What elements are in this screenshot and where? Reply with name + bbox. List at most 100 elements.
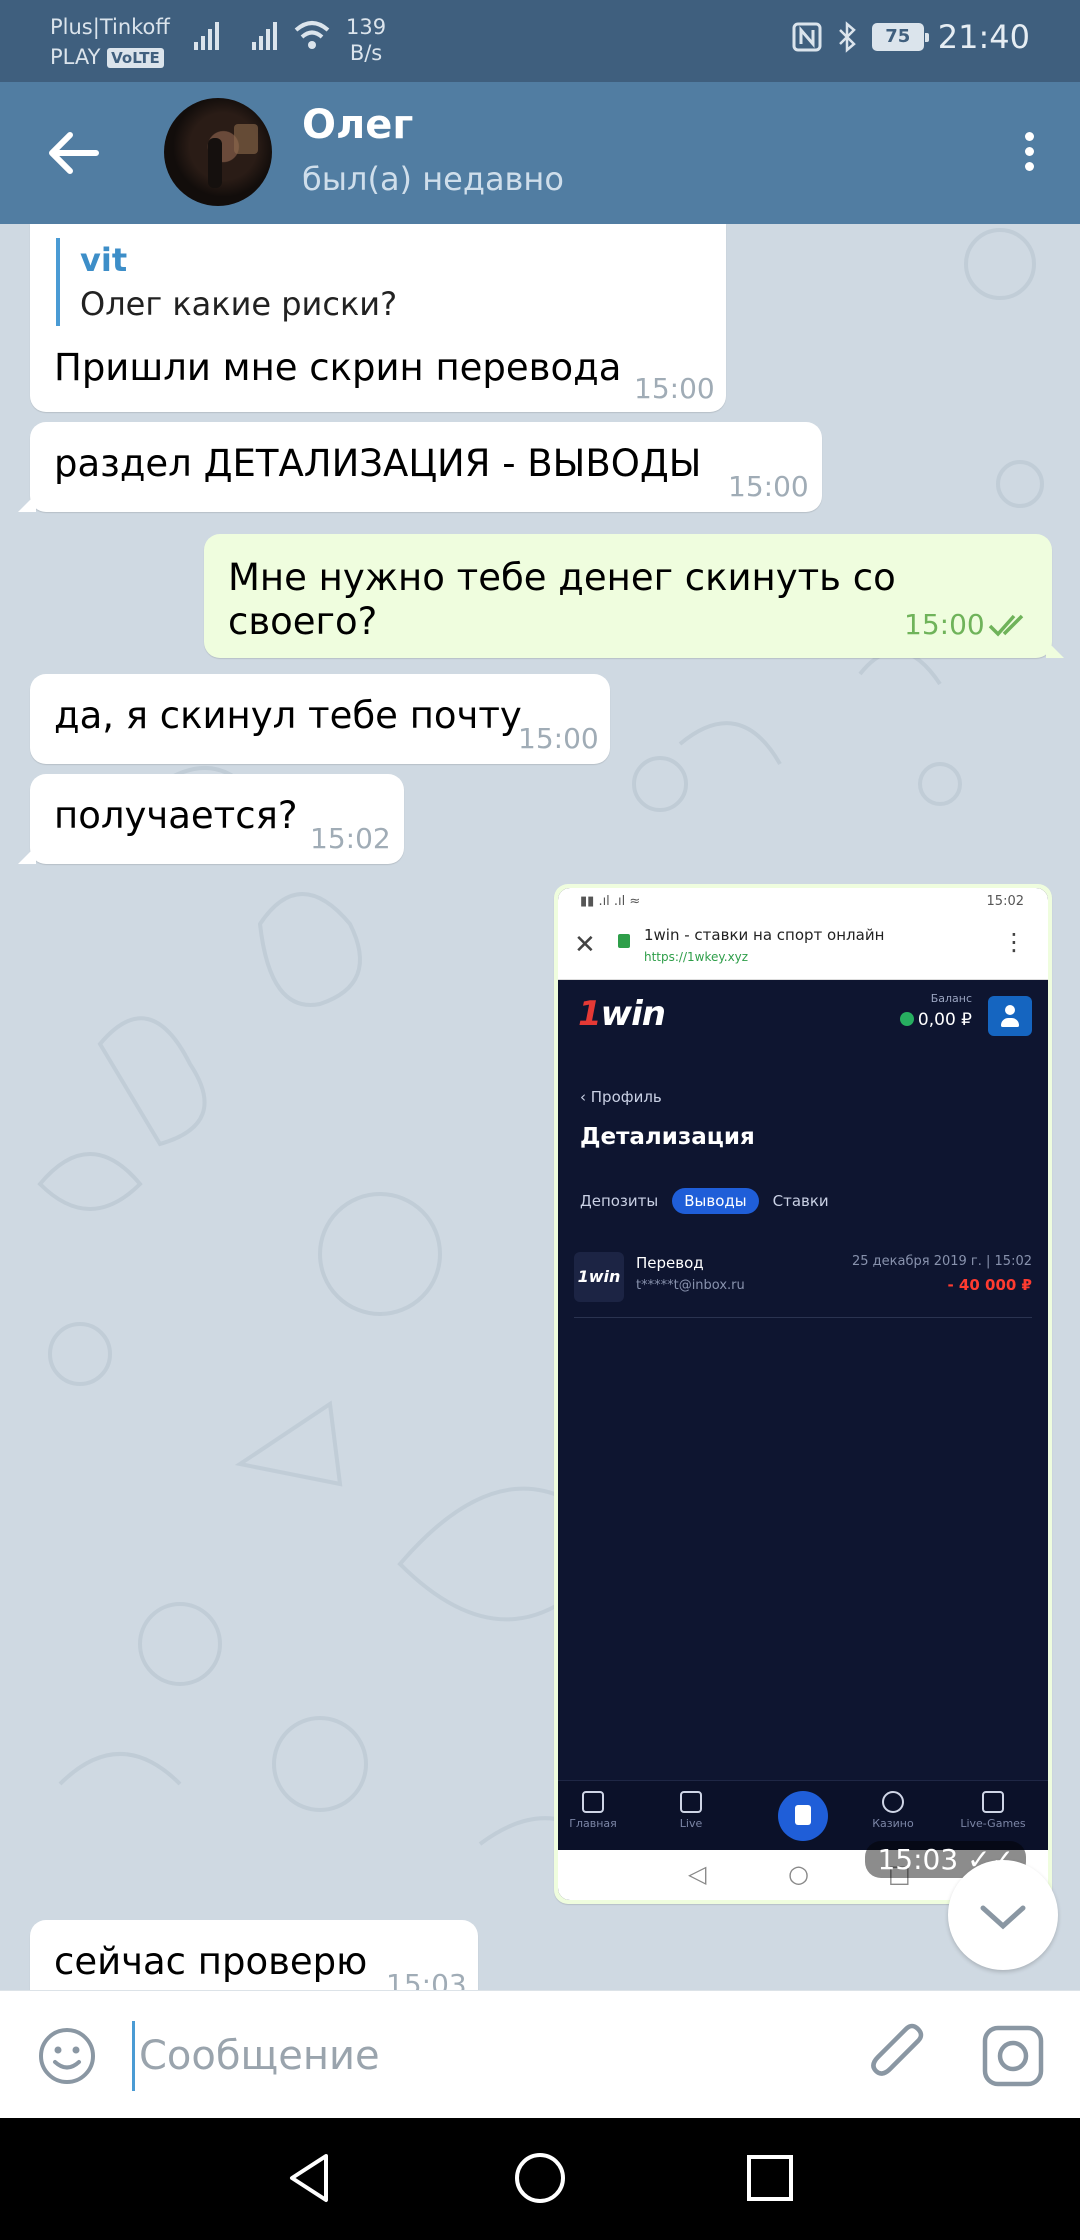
shot-back-link: ‹ Профиль bbox=[580, 1088, 662, 1106]
message-time: 15:00 bbox=[728, 470, 809, 503]
message-outgoing[interactable]: Мне нужно тебе денег скинуть со своего? … bbox=[204, 534, 1064, 658]
shot-row-name: Перевод bbox=[636, 1254, 704, 1272]
double-check-icon bbox=[988, 614, 1024, 637]
more-menu-icon[interactable] bbox=[1004, 126, 1054, 186]
message-incoming[interactable]: vit Олег какие риски? Пришли мне скрин п… bbox=[30, 224, 726, 412]
message-text: получается? bbox=[54, 794, 298, 837]
shot-tab: Ставки bbox=[772, 1192, 829, 1210]
shot-plus-icon bbox=[899, 1012, 914, 1026]
nav-recent-icon[interactable] bbox=[740, 2148, 800, 2208]
shot-page-title: 1win - ставки на спорт онлайн bbox=[644, 926, 885, 944]
shot-balance: 0,00 ₽ bbox=[899, 1010, 972, 1030]
back-arrow-icon[interactable] bbox=[38, 118, 108, 188]
image-time-value: 15:03 bbox=[877, 1843, 959, 1876]
shot-menu-icon: ⋮ bbox=[1002, 928, 1026, 956]
wifi-icon bbox=[294, 21, 330, 49]
chevron-down-icon bbox=[980, 1905, 1026, 1930]
bubble-tail bbox=[1046, 640, 1064, 658]
system-nav-bar bbox=[0, 2118, 1080, 2240]
shot-transaction-row: 1win Перевод t*****t@inbox.ru 25 декабря… bbox=[574, 1248, 1032, 1318]
message-time: 15:03 bbox=[386, 1968, 467, 1990]
reply-quote[interactable]: vit Олег какие риски? bbox=[56, 238, 397, 326]
shot-tab: Депозиты bbox=[580, 1192, 659, 1210]
message-image-outgoing[interactable]: ▮▮ .ıl .ıl ≈ 15:02 ✕ 1win - ставки на сп… bbox=[554, 884, 1052, 1904]
shot-close-icon: ✕ bbox=[574, 930, 596, 960]
shot-tabs: Депозиты Выводы Ставки bbox=[580, 1188, 829, 1214]
nav-home-icon[interactable] bbox=[510, 2148, 570, 2208]
shot-user-icon bbox=[988, 996, 1032, 1036]
shot-url: https://1wkey.xyz bbox=[644, 950, 749, 964]
message-incoming[interactable]: да, я скинул тебе почту 15:00 bbox=[30, 674, 610, 764]
message-input[interactable] bbox=[132, 2021, 832, 2091]
shot-nav-home-icon: ○ bbox=[788, 1860, 809, 1888]
contact-name[interactable]: Олег bbox=[302, 102, 413, 148]
net-speed-unit: B/s bbox=[349, 41, 383, 65]
message-incoming[interactable]: получается? 15:02 bbox=[18, 774, 404, 864]
avatar[interactable] bbox=[164, 98, 272, 206]
message-time: 15:00 bbox=[518, 722, 599, 755]
emoji-icon[interactable] bbox=[36, 2025, 98, 2087]
message-time: 15:02 bbox=[310, 822, 391, 855]
shot-row-date: 25 декабря 2019 г. | 15:02 bbox=[852, 1254, 1032, 1269]
shot-lock-icon bbox=[618, 934, 630, 948]
shot-nav-back-icon: ◁ bbox=[688, 1860, 707, 1888]
contact-status: был(а) недавно bbox=[302, 160, 564, 198]
carrier-secondary: PLAY bbox=[50, 45, 101, 69]
message-incoming[interactable]: раздел ДЕТАЛИЗАЦИЯ - ВЫВОДЫ 15:00 bbox=[18, 422, 822, 512]
shot-back-label: Профиль bbox=[590, 1088, 662, 1106]
shot-site-header: 1win Баланс 0,00 ₽ bbox=[558, 980, 1048, 1044]
shot-balance-value: 0,00 ₽ bbox=[917, 1010, 972, 1030]
shot-bottom-nav: Главная Live Казино Live-Games bbox=[558, 1780, 1048, 1850]
shot-status-bar: ▮▮ .ıl .ıl ≈ 15:02 bbox=[558, 888, 1048, 916]
scroll-down-button[interactable] bbox=[948, 1860, 1058, 1970]
shot-balance-label: Баланс bbox=[930, 992, 972, 1005]
carrier-primary: Plus|Tinkoff bbox=[50, 15, 170, 39]
shot-nav-center-icon bbox=[778, 1791, 828, 1841]
shot-logo-win: win bbox=[600, 994, 666, 1034]
signal-icon-2 bbox=[252, 22, 277, 50]
shot-row-amount: - 40 000 ₽ bbox=[947, 1276, 1032, 1294]
shot-nav-label: Главная bbox=[569, 1817, 617, 1830]
net-speed: 139 B/s bbox=[346, 14, 386, 66]
carrier-info: Plus|Tinkoff PLAY VoLTE bbox=[50, 12, 170, 72]
chat-area[interactable]: vit Олег какие риски? Пришли мне скрин п… bbox=[0, 224, 1080, 1990]
attach-icon[interactable] bbox=[864, 2019, 932, 2091]
message-text: сейчас проверю bbox=[54, 1940, 368, 1983]
shot-nav-live: Live bbox=[656, 1791, 726, 1830]
message-text: Пришли мне скрин перевода bbox=[54, 346, 622, 389]
camera-icon[interactable] bbox=[980, 2023, 1046, 2089]
bubble-tail bbox=[18, 846, 36, 864]
battery-icon: 75 bbox=[871, 23, 929, 51]
shot-logo: 1win bbox=[578, 994, 666, 1034]
shot-nav-home: Главная bbox=[558, 1791, 628, 1830]
message-input-bar bbox=[0, 1990, 1080, 2118]
status-bar: Plus|Tinkoff PLAY VoLTE 139 B/s 75 21:40 bbox=[0, 0, 1080, 82]
shot-nav-label: Live bbox=[679, 1817, 703, 1830]
reply-text: Олег какие риски? bbox=[80, 285, 398, 323]
clock: 21:40 bbox=[937, 18, 1030, 56]
message-text: раздел ДЕТАЛИЗАЦИЯ - ВЫВОДЫ bbox=[54, 442, 702, 485]
shot-tab-active: Выводы bbox=[672, 1188, 759, 1214]
bubble-tail bbox=[18, 494, 36, 512]
shot-nav-casino: Казино bbox=[858, 1791, 928, 1830]
nav-back-icon[interactable] bbox=[280, 2148, 340, 2208]
shot-row-logo: 1win bbox=[574, 1252, 624, 1302]
shot-url-bar: ✕ 1win - ставки на спорт онлайн https://… bbox=[558, 916, 1048, 980]
message-text: да, я скинул тебе почту bbox=[54, 694, 522, 737]
nfc-icon bbox=[792, 22, 822, 52]
shot-nav-label: Казино bbox=[872, 1817, 914, 1830]
shot-title: Детализация bbox=[580, 1124, 755, 1150]
shot-status-time: 15:02 bbox=[986, 894, 1024, 909]
message-time: 15:00 bbox=[904, 608, 985, 641]
screenshot-image[interactable]: ▮▮ .ıl .ıl ≈ 15:02 ✕ 1win - ставки на сп… bbox=[558, 888, 1048, 1900]
chat-header: Олег был(а) недавно bbox=[0, 82, 1080, 224]
message-incoming[interactable]: сейчас проверю 15:03 bbox=[30, 1920, 478, 1990]
signal-icon bbox=[194, 22, 219, 50]
shot-logo-one: 1 bbox=[578, 994, 602, 1034]
bluetooth-icon bbox=[838, 21, 856, 53]
shot-row-email: t*****t@inbox.ru bbox=[636, 1278, 745, 1293]
shot-nav-live-games: Live-Games bbox=[958, 1791, 1028, 1830]
message-time: 15:00 bbox=[634, 372, 715, 405]
shot-nav-label: Live-Games bbox=[960, 1817, 1026, 1830]
volte-badge: VoLTE bbox=[107, 48, 164, 68]
